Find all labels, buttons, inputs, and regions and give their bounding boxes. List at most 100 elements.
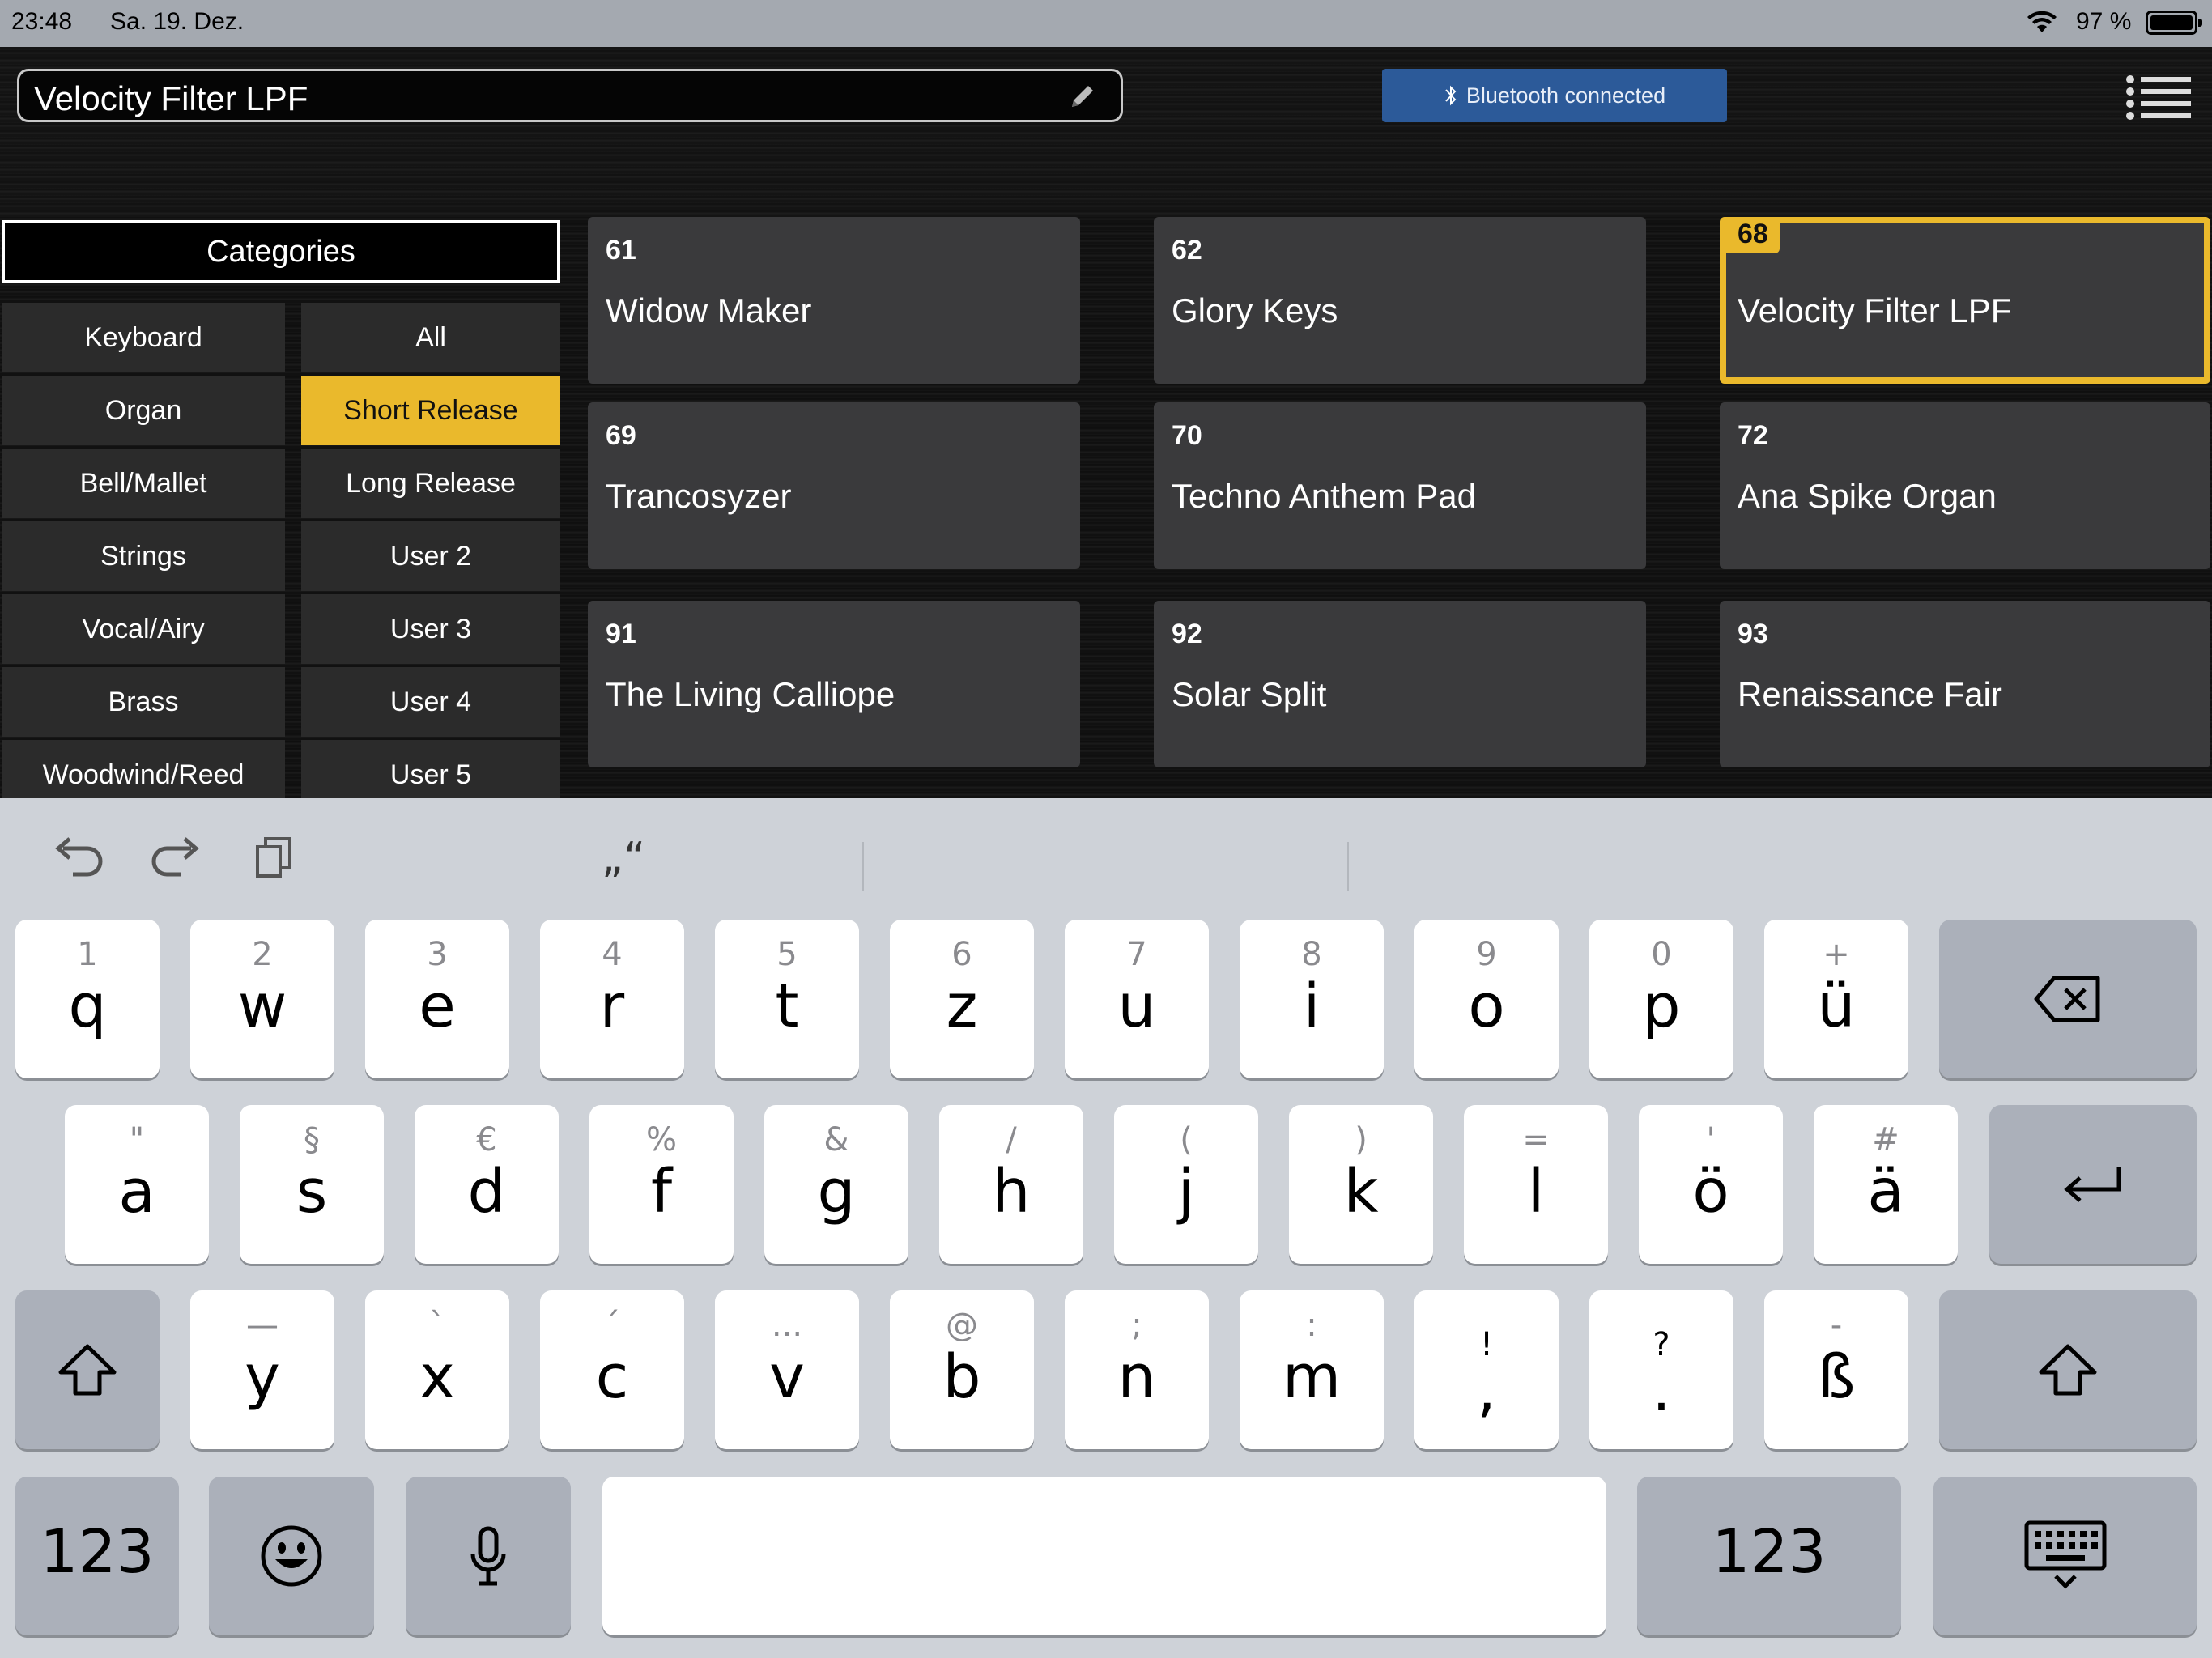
return-key[interactable] xyxy=(1989,1105,2197,1264)
key-b[interactable]: @ b xyxy=(890,1290,1034,1449)
preset-card[interactable]: 61 Widow Maker xyxy=(588,217,1080,384)
preset-number: 68 xyxy=(1726,219,1780,253)
redo-icon[interactable] xyxy=(147,831,206,879)
key-secondary-label: ` xyxy=(429,1307,445,1344)
key-g[interactable]: & g xyxy=(764,1105,908,1264)
preset-card[interactable]: 92 Solar Split xyxy=(1154,601,1646,767)
status-date: Sa. 19. Dez. xyxy=(110,8,245,35)
key-label: g xyxy=(817,1157,856,1226)
filter-user-3[interactable]: User 3 xyxy=(301,594,560,664)
key-h[interactable]: / h xyxy=(939,1105,1083,1264)
numbers-key-right[interactable]: 123 xyxy=(1637,1477,1901,1635)
key-f[interactable]: % f xyxy=(589,1105,734,1264)
key-label: w xyxy=(237,971,287,1041)
key-v[interactable]: ... v xyxy=(715,1290,859,1449)
key-w[interactable]: 2w xyxy=(190,920,334,1078)
preset-card[interactable]: 70 Techno Anthem Pad xyxy=(1154,402,1646,569)
key-e[interactable]: 3e xyxy=(365,920,509,1078)
key-m[interactable]: :m xyxy=(1240,1290,1384,1449)
key-r[interactable]: 4r xyxy=(540,920,684,1078)
shift-icon xyxy=(58,1344,117,1396)
key-n[interactable]: ; n xyxy=(1065,1290,1209,1449)
menu-list-icon[interactable] xyxy=(2125,73,2193,120)
preset-name-field[interactable]: Velocity Filter LPF xyxy=(17,69,1123,122)
key-secondary-label: ) xyxy=(1355,1121,1368,1158)
preset-card[interactable]: 72 Ana Spike Organ xyxy=(1720,402,2210,569)
preset-name-text: Velocity Filter LPF xyxy=(34,79,308,117)
key-l[interactable]: = l xyxy=(1464,1105,1608,1264)
key-secondary-label: % xyxy=(645,1121,677,1158)
key-q[interactable]: 1q xyxy=(15,920,160,1078)
pencil-icon[interactable] xyxy=(1066,83,1098,112)
paste-icon[interactable] xyxy=(251,834,300,882)
preset-browser: Categories Keyboard Organ Bell/Mallet St… xyxy=(0,217,2212,798)
preset-card[interactable]: 93 Renaissance Fair xyxy=(1720,601,2210,767)
key-i[interactable]: 8i xyxy=(1240,920,1384,1078)
category-organ[interactable]: Organ xyxy=(2,376,285,445)
key-secondary-label: ( xyxy=(1180,1121,1193,1158)
preset-name: The Living Calliope xyxy=(606,675,895,713)
key-secondary-label: 1 xyxy=(77,936,98,973)
key-t[interactable]: 5t xyxy=(715,920,859,1078)
key-label: ö xyxy=(1692,1157,1729,1226)
numbers-key-left[interactable]: 123 xyxy=(15,1477,179,1635)
emoji-key[interactable] xyxy=(209,1477,374,1635)
filter-user-4[interactable]: User 4 xyxy=(301,667,560,737)
filter-user-5[interactable]: User 5 xyxy=(301,740,560,798)
key-u[interactable]: 7u xyxy=(1065,920,1209,1078)
filter-short-release[interactable]: Short Release xyxy=(301,376,560,445)
shift-key-right[interactable] xyxy=(1939,1290,2197,1449)
key-a[interactable]: " a xyxy=(65,1105,209,1264)
key-ue[interactable]: + ü xyxy=(1764,920,1908,1078)
suggestion-quotes[interactable]: „“ xyxy=(567,834,680,882)
key-secondary-label: 3 xyxy=(427,936,448,973)
key-label: f xyxy=(650,1157,673,1226)
preset-card[interactable]: 69 Trancosyzer xyxy=(588,402,1080,569)
category-keyboard[interactable]: Keyboard xyxy=(2,303,285,372)
key-label: l xyxy=(1527,1157,1545,1226)
shift-key-left[interactable] xyxy=(15,1290,160,1449)
backspace-key[interactable] xyxy=(1939,920,2197,1078)
keyboard-dismiss-icon xyxy=(2024,1520,2106,1589)
key-label: c xyxy=(595,1342,629,1412)
key-label: t xyxy=(775,971,799,1041)
preset-card[interactable]: 91 The Living Calliope xyxy=(588,601,1080,767)
key-eszett[interactable]: -ß xyxy=(1764,1290,1908,1449)
filter-long-release[interactable]: Long Release xyxy=(301,449,560,518)
key-j[interactable]: (j xyxy=(1114,1105,1258,1264)
key-comma[interactable]: !, xyxy=(1414,1290,1559,1449)
category-woodwind-reed[interactable]: Woodwind/Reed xyxy=(2,740,285,798)
key-x[interactable]: ` x xyxy=(365,1290,509,1449)
category-vocal-airy[interactable]: Vocal/Airy xyxy=(2,594,285,664)
key-label: d xyxy=(467,1157,506,1226)
key-k[interactable]: ) k xyxy=(1289,1105,1433,1264)
key-oe[interactable]: ' ö xyxy=(1639,1105,1783,1264)
key-o[interactable]: 9o xyxy=(1414,920,1559,1078)
dictation-key[interactable] xyxy=(406,1477,571,1635)
preset-number: 69 xyxy=(606,420,636,451)
backspace-icon xyxy=(2034,976,2100,1022)
microphone-icon xyxy=(470,1526,506,1586)
key-p[interactable]: 0p xyxy=(1589,920,1733,1078)
key-d[interactable]: € d xyxy=(415,1105,559,1264)
key-s[interactable]: § s xyxy=(240,1105,384,1264)
key-c[interactable]: ´ c xyxy=(540,1290,684,1449)
preset-card-selected[interactable]: 68 Velocity Filter LPF xyxy=(1720,217,2210,384)
key-period[interactable]: ?. xyxy=(1589,1290,1733,1449)
category-bell-mallet[interactable]: Bell/Mallet xyxy=(2,449,285,518)
key-label: 123 xyxy=(40,1517,155,1587)
key-y[interactable]: — y xyxy=(190,1290,334,1449)
key-ae[interactable]: # ä xyxy=(1814,1105,1958,1264)
dismiss-keyboard-key[interactable] xyxy=(1933,1477,2197,1635)
space-bar[interactable] xyxy=(602,1477,1606,1635)
preset-card[interactable]: 62 Glory Keys xyxy=(1154,217,1646,384)
category-strings[interactable]: Strings xyxy=(2,521,285,591)
preset-name: Trancosyzer xyxy=(606,477,792,515)
filter-all[interactable]: All xyxy=(301,303,560,372)
undo-icon[interactable] xyxy=(49,831,107,879)
category-brass[interactable]: Brass xyxy=(2,667,285,737)
key-secondary-label: 4 xyxy=(602,936,623,973)
key-label: ß xyxy=(1817,1342,1856,1412)
key-z[interactable]: 6z xyxy=(890,920,1034,1078)
filter-user-2[interactable]: User 2 xyxy=(301,521,560,591)
